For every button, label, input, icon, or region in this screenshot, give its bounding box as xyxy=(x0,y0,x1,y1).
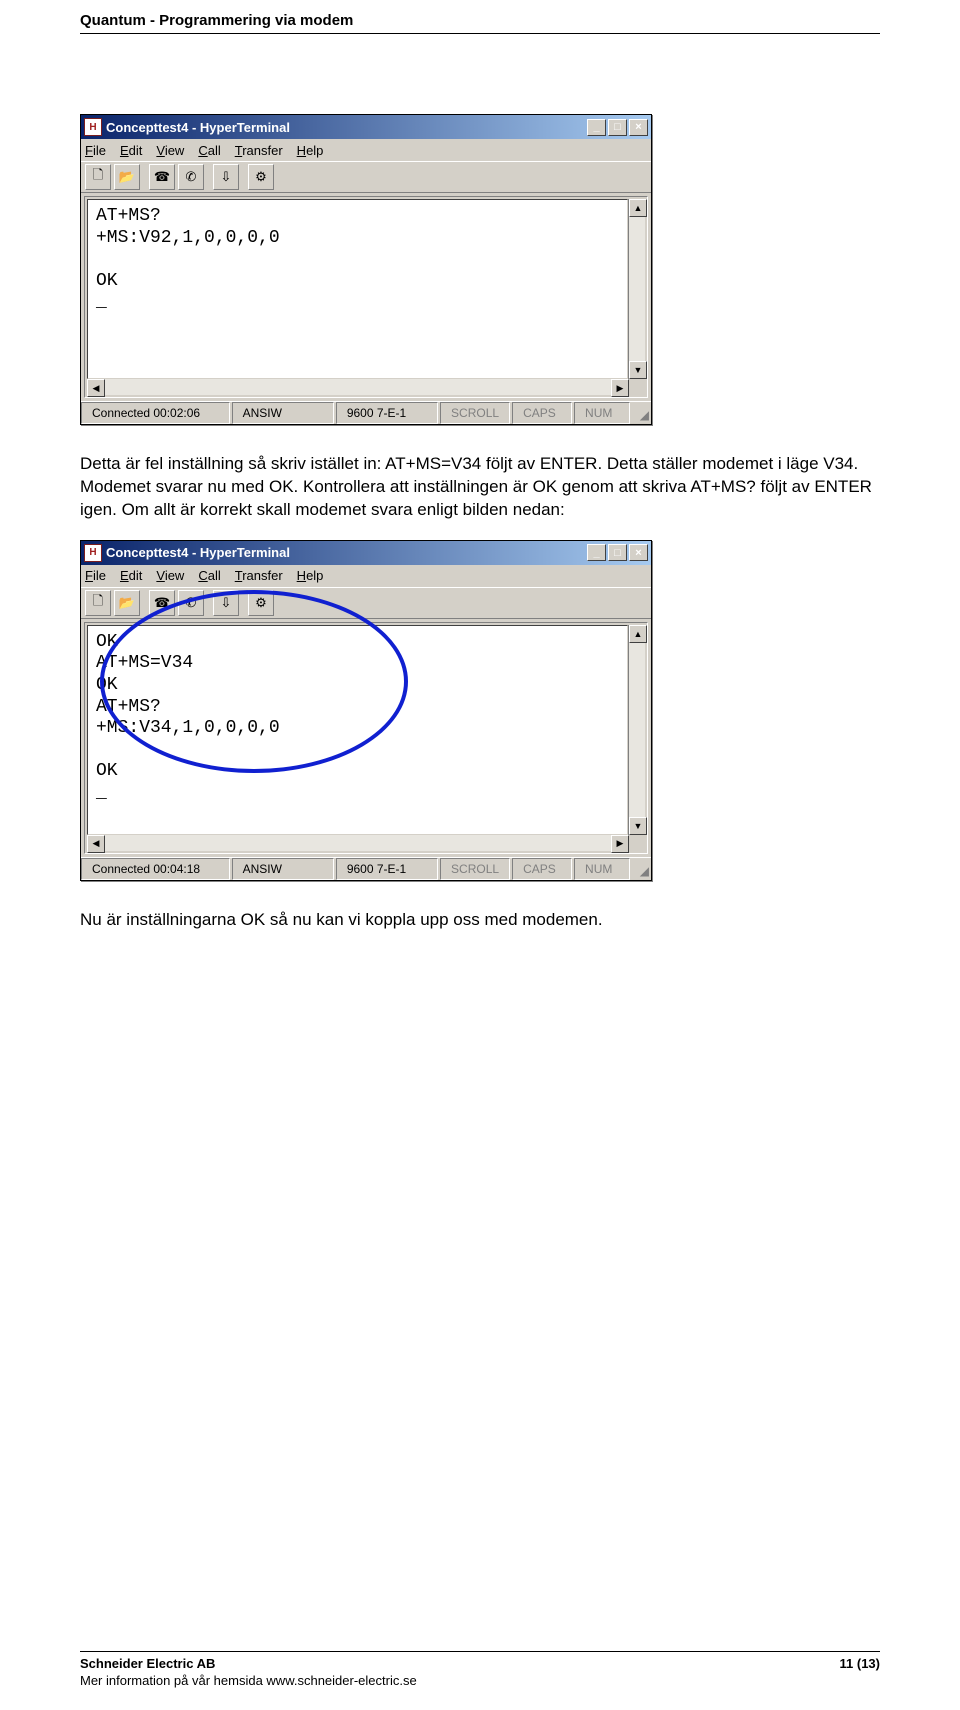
menu-edit[interactable]: Edit xyxy=(120,568,142,583)
status-config: 9600 7-E-1 xyxy=(347,862,406,876)
status-caps: CAPS xyxy=(523,862,556,876)
status-emulation: ANSIW xyxy=(243,862,282,876)
menu-edit[interactable]: Edit xyxy=(120,143,142,158)
scroll-down-icon[interactable]: ▼ xyxy=(629,817,647,835)
send-icon[interactable]: ⇩ xyxy=(213,590,239,616)
menu-view[interactable]: View xyxy=(156,568,184,583)
vertical-scrollbar[interactable]: ▲ ▼ xyxy=(628,199,645,379)
statusbar: Connected 00:04:18 ANSIW 9600 7-E-1 SCRO… xyxy=(81,857,651,880)
menu-help[interactable]: Help xyxy=(297,143,324,158)
vertical-scrollbar[interactable]: ▲ ▼ xyxy=(628,625,645,835)
menu-call[interactable]: Call xyxy=(198,568,220,583)
scroll-right-icon[interactable]: ▶ xyxy=(611,379,629,397)
phone-disconnect-icon[interactable]: ✆ xyxy=(178,164,204,190)
status-scroll: SCROLL xyxy=(451,406,499,420)
statusbar: Connected 00:02:06 ANSIW 9600 7-E-1 SCRO… xyxy=(81,401,651,424)
menu-transfer[interactable]: Transfer xyxy=(235,568,283,583)
phone-connect-icon[interactable]: ☎ xyxy=(149,590,175,616)
menubar: File Edit View Call Transfer Help xyxy=(81,139,651,161)
status-emulation: ANSIW xyxy=(243,406,282,420)
paragraph-1: Detta är fel inställning så skriv iställ… xyxy=(80,453,880,522)
new-file-icon[interactable]: 🗋 xyxy=(85,590,111,616)
horizontal-scrollbar[interactable]: ◀ ▶ xyxy=(87,835,645,851)
titlebar: H Concepttest4 - HyperTerminal _ □ × xyxy=(81,115,651,139)
window-title: Concepttest4 - HyperTerminal xyxy=(106,120,290,135)
menubar: File Edit View Call Transfer Help xyxy=(81,565,651,587)
phone-connect-icon[interactable]: ☎ xyxy=(149,164,175,190)
hyperterminal-window-2: H Concepttest4 - HyperTerminal _ □ × Fil… xyxy=(80,540,652,881)
new-file-icon[interactable]: 🗋 xyxy=(85,164,111,190)
menu-view[interactable]: View xyxy=(156,143,184,158)
scroll-left-icon[interactable]: ◀ xyxy=(87,379,105,397)
menu-help[interactable]: Help xyxy=(297,568,324,583)
page-number: 11 (13) xyxy=(840,1656,880,1690)
terminal-output[interactable]: AT+MS? +MS:V92,1,0,0,0,0 OK _ xyxy=(87,199,628,379)
status-caps: CAPS xyxy=(523,406,556,420)
toolbar: 🗋 📂 ☎ ✆ ⇩ ⚙ xyxy=(81,161,651,193)
titlebar: H Concepttest4 - HyperTerminal _ □ × xyxy=(81,541,651,565)
page-footer: Schneider Electric AB Mer information på… xyxy=(80,1651,880,1690)
scroll-up-icon[interactable]: ▲ xyxy=(629,625,647,643)
horizontal-scrollbar[interactable]: ◀ ▶ xyxy=(87,379,645,395)
window-title: Concepttest4 - HyperTerminal xyxy=(106,545,290,560)
scroll-right-icon[interactable]: ▶ xyxy=(611,835,629,853)
status-scroll: SCROLL xyxy=(451,862,499,876)
properties-icon[interactable]: ⚙ xyxy=(248,590,274,616)
footer-company: Schneider Electric AB xyxy=(80,1656,417,1673)
maximize-button[interactable]: □ xyxy=(608,119,627,136)
open-file-icon[interactable]: 📂 xyxy=(114,164,140,190)
status-num: NUM xyxy=(585,862,612,876)
maximize-button[interactable]: □ xyxy=(608,544,627,561)
close-button[interactable]: × xyxy=(629,119,648,136)
scroll-up-icon[interactable]: ▲ xyxy=(629,199,647,217)
hyperterminal-window-1: H Concepttest4 - HyperTerminal _ □ × Fil… xyxy=(80,114,652,425)
scroll-left-icon[interactable]: ◀ xyxy=(87,835,105,853)
app-icon: H xyxy=(84,544,102,562)
page-header: Quantum - Programmering via modem xyxy=(80,0,880,34)
phone-disconnect-icon[interactable]: ✆ xyxy=(178,590,204,616)
terminal-output[interactable]: OK AT+MS=V34 OK AT+MS? +MS:V34,1,0,0,0,0… xyxy=(87,625,628,835)
app-icon: H xyxy=(84,118,102,136)
footer-info: Mer information på vår hemsida www.schne… xyxy=(80,1673,417,1690)
status-num: NUM xyxy=(585,406,612,420)
menu-file[interactable]: File xyxy=(85,143,106,158)
paragraph-2: Nu är inställningarna OK så nu kan vi ko… xyxy=(80,909,880,932)
status-connected: Connected 00:02:06 xyxy=(92,406,200,420)
resize-grip-icon[interactable]: ◢ xyxy=(632,858,651,880)
minimize-button[interactable]: _ xyxy=(587,544,606,561)
page-header-title: Quantum - Programmering via modem xyxy=(80,12,353,29)
status-config: 9600 7-E-1 xyxy=(347,406,406,420)
toolbar: 🗋 📂 ☎ ✆ ⇩ ⚙ xyxy=(81,587,651,619)
scroll-down-icon[interactable]: ▼ xyxy=(629,361,647,379)
resize-grip-icon[interactable]: ◢ xyxy=(632,402,651,424)
status-connected: Connected 00:04:18 xyxy=(92,862,200,876)
minimize-button[interactable]: _ xyxy=(587,119,606,136)
menu-call[interactable]: Call xyxy=(198,143,220,158)
open-file-icon[interactable]: 📂 xyxy=(114,590,140,616)
close-button[interactable]: × xyxy=(629,544,648,561)
send-icon[interactable]: ⇩ xyxy=(213,164,239,190)
menu-file[interactable]: File xyxy=(85,568,106,583)
menu-transfer[interactable]: Transfer xyxy=(235,143,283,158)
properties-icon[interactable]: ⚙ xyxy=(248,164,274,190)
